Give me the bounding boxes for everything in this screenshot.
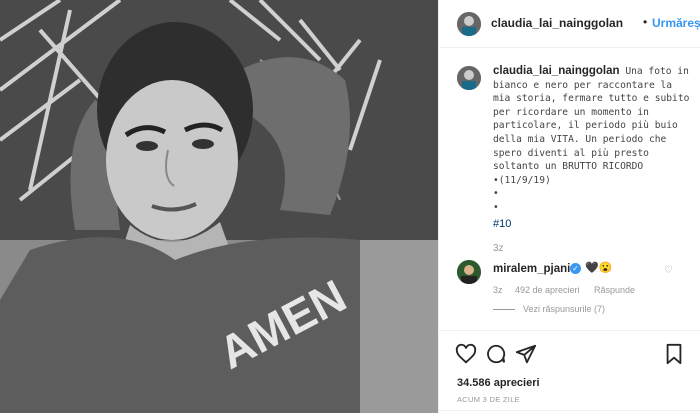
post-sidebar: claudia_lai_nainggolan • Urmărește claud… bbox=[438, 0, 700, 413]
view-replies-label[interactable]: Vezi răspunsurile (7) bbox=[523, 304, 605, 314]
header-separator: • bbox=[643, 15, 648, 29]
likes-count[interactable]: 34.586 aprecieri bbox=[457, 377, 540, 389]
comment-likes[interactable]: 492 de aprecieri bbox=[515, 285, 580, 295]
commenter-username[interactable]: miralem_pjanic bbox=[493, 263, 577, 275]
post-photo[interactable]: AMEN bbox=[0, 0, 438, 413]
share-icon[interactable] bbox=[515, 343, 537, 365]
caption-body: Una foto in bianco e nero per raccontare… bbox=[493, 66, 690, 213]
post-header: claudia_lai_nainggolan • Urmărește bbox=[439, 0, 700, 48]
comment-icon[interactable] bbox=[485, 343, 507, 365]
replies-divider bbox=[493, 309, 515, 311]
photo-illustration: AMEN bbox=[0, 0, 438, 413]
comment-text: 🖤😮 bbox=[585, 262, 613, 274]
action-bar bbox=[439, 330, 700, 374]
comment-like-icon[interactable]: ♡ bbox=[664, 265, 673, 276]
reply-button[interactable]: Răspunde bbox=[594, 285, 635, 295]
post-age: ACUM 3 DE ZILE bbox=[457, 395, 520, 404]
bookmark-icon[interactable] bbox=[663, 343, 685, 365]
hashtag-link[interactable]: #10 bbox=[493, 218, 511, 230]
view-replies[interactable]: Vezi răspunsurile (7) bbox=[493, 304, 605, 314]
heart-icon[interactable] bbox=[455, 343, 477, 365]
commenter-avatar[interactable] bbox=[457, 260, 481, 284]
author-username[interactable]: claudia_lai_nainggolan bbox=[491, 16, 623, 30]
caption-text: claudia_lai_nainggolan Una foto in bianc… bbox=[493, 65, 693, 215]
caption-avatar[interactable] bbox=[457, 66, 481, 90]
divider bbox=[439, 410, 700, 414]
caption-username[interactable]: claudia_lai_nainggolan bbox=[493, 65, 620, 77]
author-avatar[interactable] bbox=[457, 12, 481, 36]
comment-time: 3z bbox=[493, 285, 503, 295]
follow-button[interactable]: Urmărește bbox=[652, 16, 700, 30]
caption-time: 3z bbox=[493, 243, 504, 254]
verified-badge-icon: ✓ bbox=[570, 263, 581, 274]
comment-row: miralem_pjanic ✓ 🖤😮 ♡ bbox=[439, 258, 700, 284]
